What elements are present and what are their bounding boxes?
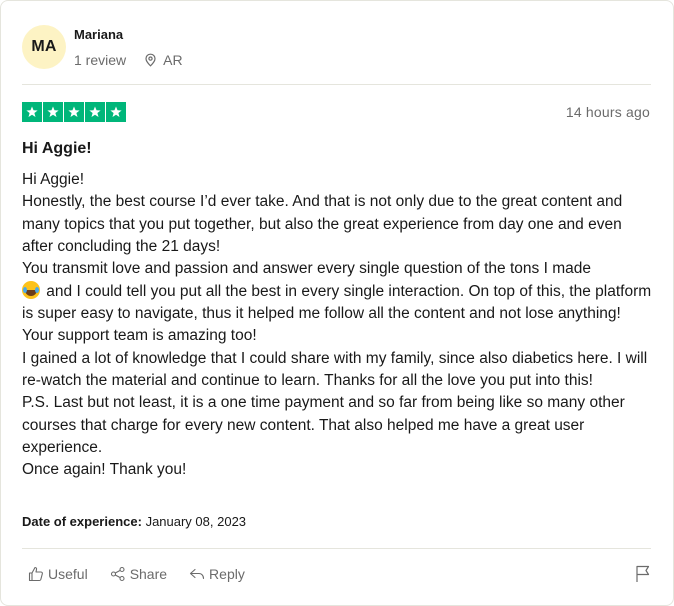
star-icon	[85, 102, 105, 122]
review-date: 14 hours ago	[565, 104, 650, 120]
useful-button[interactable]: Useful	[28, 566, 88, 582]
review-actions: Useful Share Reply	[28, 566, 267, 582]
share-label: Share	[129, 566, 168, 582]
review-text-segment: You transmit love and passion and answer…	[22, 260, 591, 278]
review-paragraph: P.S. Last but not least, it is a one tim…	[22, 394, 625, 457]
flag-icon	[636, 565, 650, 582]
review-text: Hi Aggie! Honestly, the best course I’d …	[22, 169, 654, 482]
review-count: 1 review	[74, 51, 127, 68]
review-title[interactable]: Hi Aggie!	[22, 140, 92, 158]
consumer-details: Mariana 1 review AR	[74, 27, 183, 68]
experience-date: Date of experience: January 08, 2023	[22, 514, 246, 529]
thumbs-up-icon	[28, 566, 43, 582]
location-pin-icon	[145, 53, 156, 67]
share-button[interactable]: Share	[110, 566, 167, 582]
star-icon	[22, 102, 42, 122]
experience-date-label: Date of experience:	[22, 514, 142, 529]
location-code: AR	[163, 51, 183, 68]
consumer-location: AR	[144, 51, 183, 68]
consumer-info: MA Mariana 1 review AR	[22, 25, 183, 69]
laughing-tears-emoji-icon	[22, 280, 40, 299]
consumer-meta: 1 review AR	[74, 52, 183, 68]
experience-date-value: January 08, 2023	[145, 514, 247, 529]
reply-label: Reply	[209, 566, 245, 582]
star-icon	[106, 102, 126, 122]
star-icon	[43, 102, 63, 122]
review-paragraph: Hi Aggie!	[22, 171, 85, 188]
reply-arrow-icon	[189, 568, 205, 580]
review-paragraph: Honestly, the best course I’d ever take.…	[22, 193, 623, 256]
divider	[22, 548, 651, 549]
star-icon	[64, 102, 84, 122]
reply-button[interactable]: Reply	[189, 566, 245, 582]
review-paragraph: Once again! Thank you!	[22, 461, 187, 479]
star-rating	[22, 102, 126, 122]
flag-button[interactable]	[635, 565, 651, 588]
review-paragraph: You transmit love and passion and answer…	[22, 258, 654, 347]
review-card: MA Mariana 1 review AR 14 hours ago Hi A…	[0, 0, 674, 606]
share-icon	[110, 566, 125, 582]
review-paragraph: I gained a lot of knowledge that I could…	[22, 349, 648, 390]
divider	[22, 84, 651, 85]
review-text-segment: and I could tell you put all the best in…	[22, 282, 652, 345]
avatar[interactable]: MA	[22, 25, 66, 69]
consumer-name[interactable]: Mariana	[74, 27, 183, 43]
useful-label: Useful	[48, 566, 88, 582]
